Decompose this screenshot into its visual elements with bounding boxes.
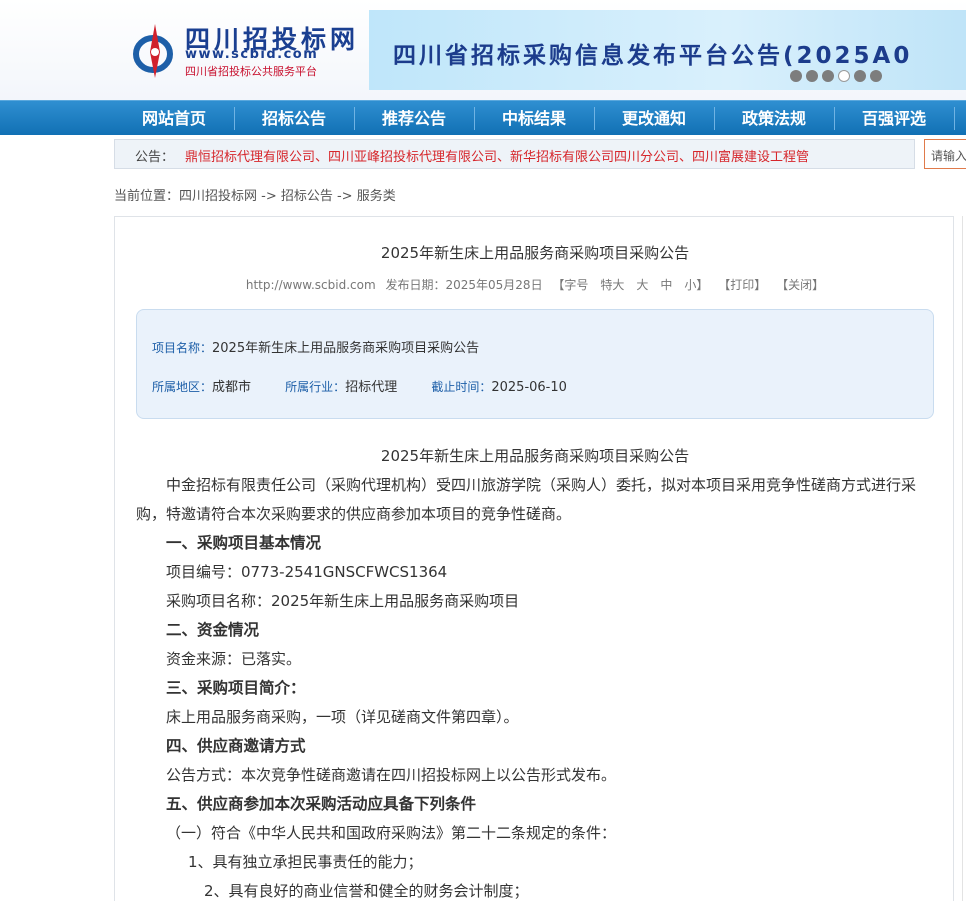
section-heading: 三、采购项目简介： <box>166 679 306 697</box>
nav-item-tender[interactable]: 招标公告 <box>234 101 354 136</box>
print-button[interactable]: 【打印】 <box>718 278 766 292</box>
article-title: 2025年新生床上用品服务商采购项目采购公告 <box>380 244 690 262</box>
banner-text: 四川省招标采购信息发布平台公告(2025A0 <box>393 43 913 69</box>
article-body: 2025年新生床上用品服务商采购项目采购公告 中金招标有限责任公司（采购代理机构… <box>136 442 934 901</box>
body-line: 1、具有独立承担民事责任的能力； <box>188 853 423 871</box>
body-line: 公告方式：本次竞争性磋商邀请在四川招投标网上以公告形式发布。 <box>166 766 617 784</box>
info-industry-key: 所属行业： <box>285 380 346 394</box>
body-line: 项目编号：0773-2541GNSCFWCS1364 <box>166 563 448 581</box>
carousel-dot[interactable] <box>854 70 866 82</box>
nav-item-changes[interactable]: 更改通知 <box>594 101 714 136</box>
nav-separator <box>954 107 955 130</box>
body-line: 资金来源：已落实。 <box>166 650 302 668</box>
search-input[interactable]: 请输入 <box>924 139 966 169</box>
meta-font-size-controls[interactable]: 【字号 特大 大 中 小】 <box>552 278 708 292</box>
logo-url: www.scbid.com <box>185 47 319 62</box>
site-logo[interactable]: 四川招投标网 www.scbid.com 四川省招投标公共服务平台 <box>133 18 355 82</box>
nav-item-results[interactable]: 中标结果 <box>474 101 594 136</box>
announcement-label: 公告： <box>135 150 175 165</box>
section-heading: 四、供应商邀请方式 <box>166 737 306 755</box>
body-line: 2、具有良好的商业信誉和健全的财务会计制度； <box>204 882 529 900</box>
info-project-row: 项目名称：2025年新生床上用品服务商采购项目采购公告 <box>152 337 479 356</box>
meta-publish-date: 发布日期：2025年05月28日 <box>385 278 543 292</box>
carousel-dot[interactable] <box>806 70 818 82</box>
close-button[interactable]: 【关闭】 <box>776 278 824 292</box>
nav-item-recommended[interactable]: 推荐公告 <box>354 101 474 136</box>
project-info-box: 项目名称：2025年新生床上用品服务商采购项目采购公告 所属地区：成都市 所属行… <box>136 309 934 419</box>
info-region-value: 成都市 <box>212 380 252 395</box>
carousel-dot[interactable] <box>790 70 802 82</box>
info-project-key: 项目名称： <box>152 341 213 355</box>
logo-emblem-icon <box>133 24 173 78</box>
page-scroll-edge <box>962 216 966 901</box>
nav-item-top100[interactable]: 百强评选 <box>834 101 954 136</box>
body-line: 采购项目名称：2025年新生床上用品服务商采购项目 <box>166 592 520 610</box>
site-header: 四川招投标网 www.scbid.com 四川省招投标公共服务平台 四川省招标采… <box>0 0 966 100</box>
breadcrumb: 当前位置：四川招投标网 -> 招标公告 -> 服务类 <box>114 189 396 204</box>
info-deadline-value: 2025-06-10 <box>491 380 567 395</box>
article-panel: 2025年新生床上用品服务商采购项目采购公告 http://www.scbid.… <box>114 216 954 901</box>
section-heading: 二、资金情况 <box>166 621 260 639</box>
main-nav: 网站首页 招标公告 推荐公告 中标结果 更改通知 政策法规 百强评选 <box>0 100 966 135</box>
banner-dots <box>790 70 882 82</box>
info-deadline-key: 截止时间： <box>431 380 492 394</box>
section-heading: 一、采购项目基本情况 <box>166 534 322 552</box>
announcement-marquee[interactable]: 鼎恒招标代理有限公司、四川亚峰招投标代理有限公司、新华招标有限公司四川分公司、四… <box>185 146 895 165</box>
info-meta-row: 所属地区：成都市 所属行业：招标代理 截止时间：2025-06-10 <box>152 376 567 395</box>
banner-carousel[interactable]: 四川省招标采购信息发布平台公告(2025A0 <box>369 10 966 90</box>
nav-item-policy[interactable]: 政策法规 <box>714 101 834 136</box>
article-meta: http://www.scbid.com 发布日期：2025年05月28日 【字… <box>115 276 955 293</box>
logo-subtitle: 四川省招投标公共服务平台 <box>185 65 317 78</box>
nav-item-home[interactable]: 网站首页 <box>114 101 234 136</box>
body-paragraph: 中金招标有限责任公司（采购代理机构）受四川旅游学院（采购人）委托，拟对本项目采用… <box>136 476 917 523</box>
body-line: 床上用品服务商采购，一项（详见磋商文件第四章）。 <box>166 708 519 726</box>
info-project-value: 2025年新生床上用品服务商采购项目采购公告 <box>212 341 480 356</box>
carousel-dot[interactable] <box>870 70 882 82</box>
meta-site-link[interactable]: http://www.scbid.com <box>246 278 376 292</box>
carousel-dot[interactable] <box>822 70 834 82</box>
body-line: （一）符合《中华人民共和国政府采购法》第二十二条规定的条件： <box>166 824 617 842</box>
section-heading: 五、供应商参加本次采购活动应具备下列条件 <box>166 795 477 813</box>
info-region-key: 所属地区： <box>152 380 213 394</box>
carousel-dot-active[interactable] <box>838 70 850 82</box>
info-industry-value: 招标代理 <box>345 380 398 395</box>
announcement-bar: 公告： 鼎恒招标代理有限公司、四川亚峰招投标代理有限公司、新华招标有限公司四川分… <box>114 139 915 169</box>
body-heading: 2025年新生床上用品服务商采购项目采购公告 <box>380 447 690 465</box>
